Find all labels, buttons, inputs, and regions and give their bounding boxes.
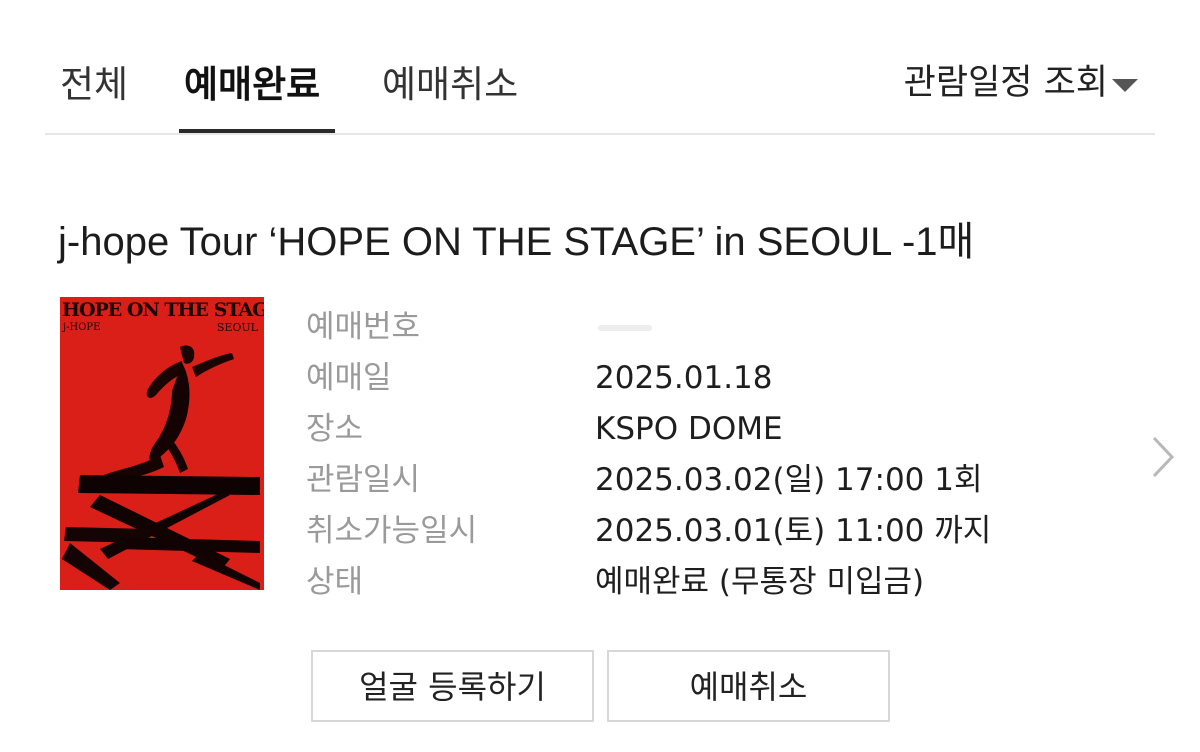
poster-artwork — [60, 297, 264, 590]
booking-list-page: 전체 예매완료 예매취소 관람일정 조회 j-hope Tour ‘HOPE O… — [0, 0, 1200, 752]
cancel-deadline-label: 취소가능일시 — [306, 513, 478, 549]
show-time-label: 관람일시 — [306, 462, 421, 498]
detail-row-booking-date: 예매일 2025.01.18 — [306, 353, 1086, 404]
schedule-filter-dropdown[interactable]: 관람일정 조회 — [904, 58, 1138, 108]
poster-artist: j-HOPE — [63, 322, 101, 333]
detail-row-booking-number: 예매번호 — [306, 302, 1086, 353]
venue-value: KSPO DOME — [595, 411, 783, 447]
poster-city: SEOUL — [216, 321, 258, 334]
detail-row-cancel-deadline: 취소가능일시 2025.03.01(토) 11:00 까지 — [306, 506, 1086, 557]
tabs-divider — [45, 133, 1155, 135]
venue-label: 장소 — [306, 411, 364, 447]
status-value: 예매완료 (무통장 미입금) — [595, 564, 925, 600]
register-face-button[interactable]: 얼굴 등록하기 — [311, 650, 594, 722]
poster-title: HOPE ON THE STAGE — [62, 299, 264, 321]
caret-down-icon — [1112, 78, 1138, 92]
show-time-value: 2025.03.02(일) 17:00 1회 — [595, 462, 983, 498]
ticket-title[interactable]: j-hope Tour ‘HOPE ON THE STAGE’ in SEOUL… — [58, 214, 1158, 270]
booking-date-label: 예매일 — [306, 360, 392, 396]
chevron-right-icon[interactable] — [1148, 434, 1178, 480]
cancel-booking-button[interactable]: 예매취소 — [607, 650, 890, 722]
status-tabs: 전체 예매완료 예매취소 관람일정 조회 — [0, 0, 1200, 136]
detail-row-venue: 장소 KSPO DOME — [306, 404, 1086, 455]
ticket-details: 예매번호 예매일 2025.01.18 장소 KSPO DOME 관람일시 20… — [306, 302, 1086, 608]
booking-date-value: 2025.01.18 — [595, 360, 773, 396]
tab-cancelled[interactable]: 예매취소 — [382, 60, 518, 110]
schedule-filter-label: 관람일정 조회 — [903, 63, 1108, 103]
detail-row-show-time: 관람일시 2025.03.02(일) 17:00 1회 — [306, 455, 1086, 506]
booking-number-label: 예매번호 — [306, 309, 421, 345]
event-poster[interactable]: HOPE ON THE STAGE j-HOPE SEOUL — [60, 297, 264, 590]
cancel-deadline-value: 2025.03.01(토) 11:00 까지 — [595, 513, 992, 549]
tab-all[interactable]: 전체 — [60, 60, 128, 110]
booking-number-redacted — [598, 325, 652, 331]
status-label: 상태 — [306, 564, 364, 600]
tab-completed[interactable]: 예매완료 — [184, 60, 320, 110]
detail-row-status: 상태 예매완료 (무통장 미입금) — [306, 557, 1086, 608]
